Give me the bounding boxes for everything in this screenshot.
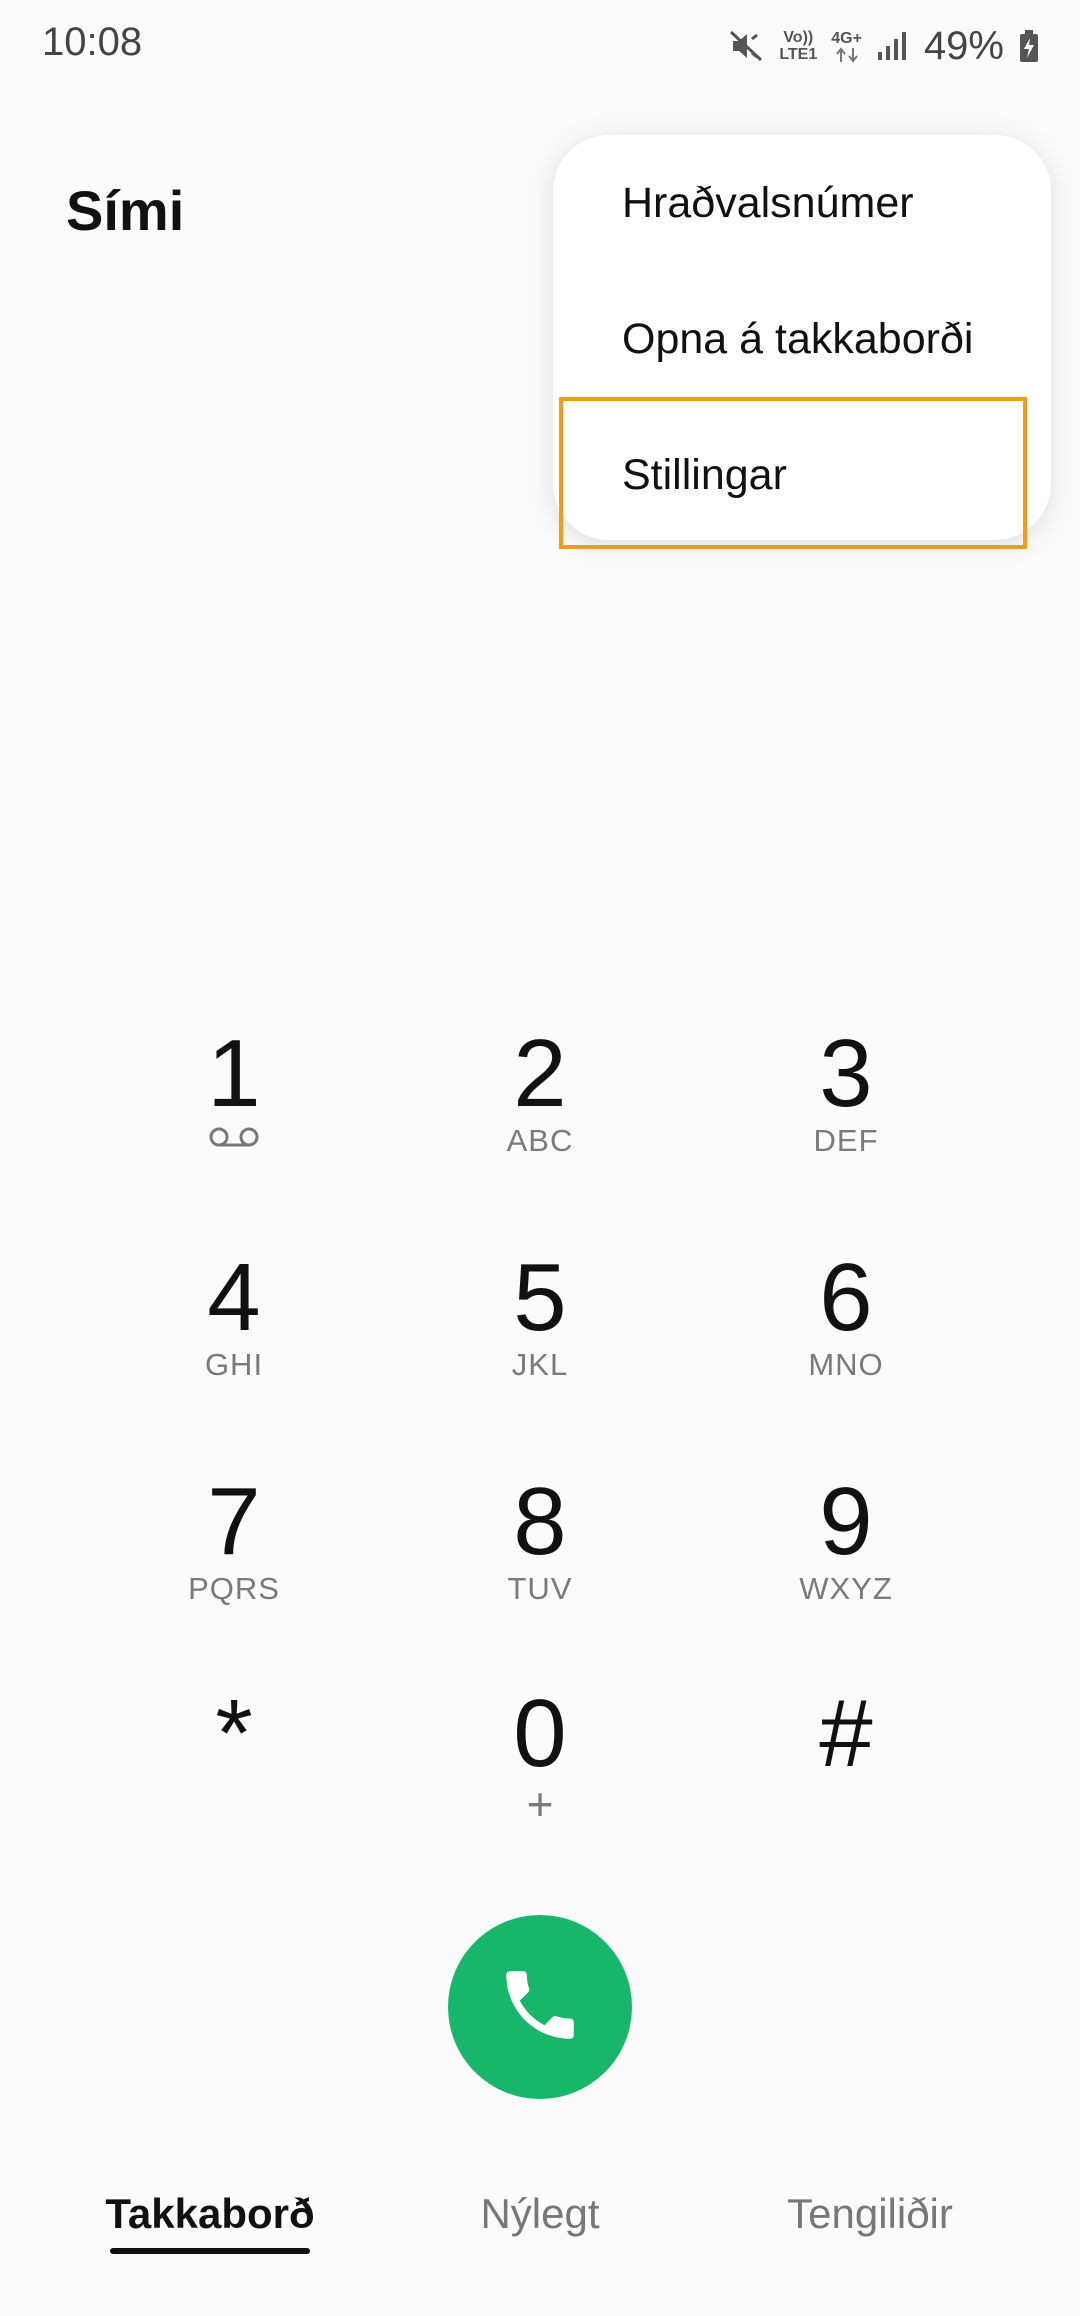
volte-icon: Vo)) LTE1 [779, 29, 817, 63]
battery-charging-icon [1018, 29, 1040, 63]
key-letters: GHI [204, 1347, 264, 1382]
key-letters: MNO [808, 1347, 884, 1382]
key-digit: 3 [819, 1020, 873, 1127]
status-bar: 10:08 Vo)) LTE1 4G+ 49% [0, 0, 1080, 92]
key-digit: 8 [513, 1468, 567, 1575]
key-letters: WXYZ [799, 1571, 893, 1606]
status-icons: Vo)) LTE1 4G+ 49% [729, 22, 1040, 70]
key-digit: 0 [513, 1680, 567, 1787]
key-letters: TUV [507, 1571, 573, 1606]
key-digit: 5 [513, 1244, 567, 1351]
tab-recents-label: Nýlegt [480, 2190, 600, 2237]
key-3[interactable]: 3 DEF [726, 1000, 966, 1200]
active-tab-indicator [110, 2248, 310, 2254]
tab-contacts-label: Tengiliðir [787, 2190, 953, 2237]
key-6[interactable]: 6 MNO [726, 1224, 966, 1424]
page-title: Sími [66, 179, 185, 242]
tab-contacts[interactable]: Tengiliðir [770, 2190, 970, 2280]
menu-item-settings[interactable]: Stillingar [553, 407, 1051, 540]
tab-recents[interactable]: Nýlegt [440, 2190, 640, 2280]
data-arrows-icon: 4G+ [831, 30, 862, 63]
key-5[interactable]: 5 JKL [420, 1224, 660, 1424]
phone-icon [495, 1960, 585, 2055]
key-digit: * [215, 1680, 253, 1787]
key-letters: ABC [506, 1123, 574, 1158]
phone-app-screen: 10:08 Vo)) LTE1 4G+ 49% Sími Hraðvalsnúm… [0, 0, 1080, 2316]
key-letters: JKL [511, 1347, 569, 1382]
key-digit: 7 [207, 1468, 261, 1575]
key-star[interactable]: * [114, 1660, 354, 1860]
key-9[interactable]: 9 WXYZ [726, 1448, 966, 1648]
key-hash[interactable]: # [726, 1660, 966, 1860]
menu-item-speed-dial[interactable]: Hraðvalsnúmer [553, 135, 1051, 271]
overflow-menu: Hraðvalsnúmer Opna á takkaborði Stilling… [553, 135, 1051, 540]
key-1[interactable]: 1 [114, 1000, 354, 1200]
key-digit: 9 [819, 1468, 873, 1575]
status-time: 10:08 [42, 20, 143, 64]
bottom-nav: Takkaborð Nýlegt Tengiliðir [0, 2190, 1080, 2300]
key-2[interactable]: 2 ABC [420, 1000, 660, 1200]
key-0[interactable]: 0 + [420, 1660, 660, 1860]
key-letters: DEF [813, 1123, 879, 1158]
battery-percent: 49% [923, 23, 1004, 68]
tab-keypad-label: Takkaborð [105, 2190, 315, 2237]
key-digit: 2 [513, 1020, 567, 1127]
key-digit: 6 [819, 1244, 873, 1351]
key-plus: + [526, 1778, 554, 1830]
call-button[interactable] [448, 1915, 632, 2099]
lte-label: LTE1 [779, 46, 818, 63]
key-7[interactable]: 7 PQRS [114, 1448, 354, 1648]
volte-label: Vo)) [783, 29, 814, 46]
voicemail-icon [208, 1126, 260, 1153]
key-digit: # [819, 1680, 873, 1787]
menu-item-open-on-keypad[interactable]: Opna á takkaborði [553, 271, 1051, 407]
key-digit: 4 [207, 1244, 261, 1351]
tab-keypad[interactable]: Takkaborð [105, 2190, 315, 2280]
key-letters: PQRS [188, 1571, 280, 1606]
key-digit: 1 [207, 1020, 261, 1127]
mute-vibrate-icon [729, 28, 765, 64]
key-4[interactable]: 4 GHI [114, 1224, 354, 1424]
network-type-label: 4G+ [831, 29, 862, 47]
key-8[interactable]: 8 TUV [420, 1448, 660, 1648]
signal-icon [876, 30, 910, 62]
